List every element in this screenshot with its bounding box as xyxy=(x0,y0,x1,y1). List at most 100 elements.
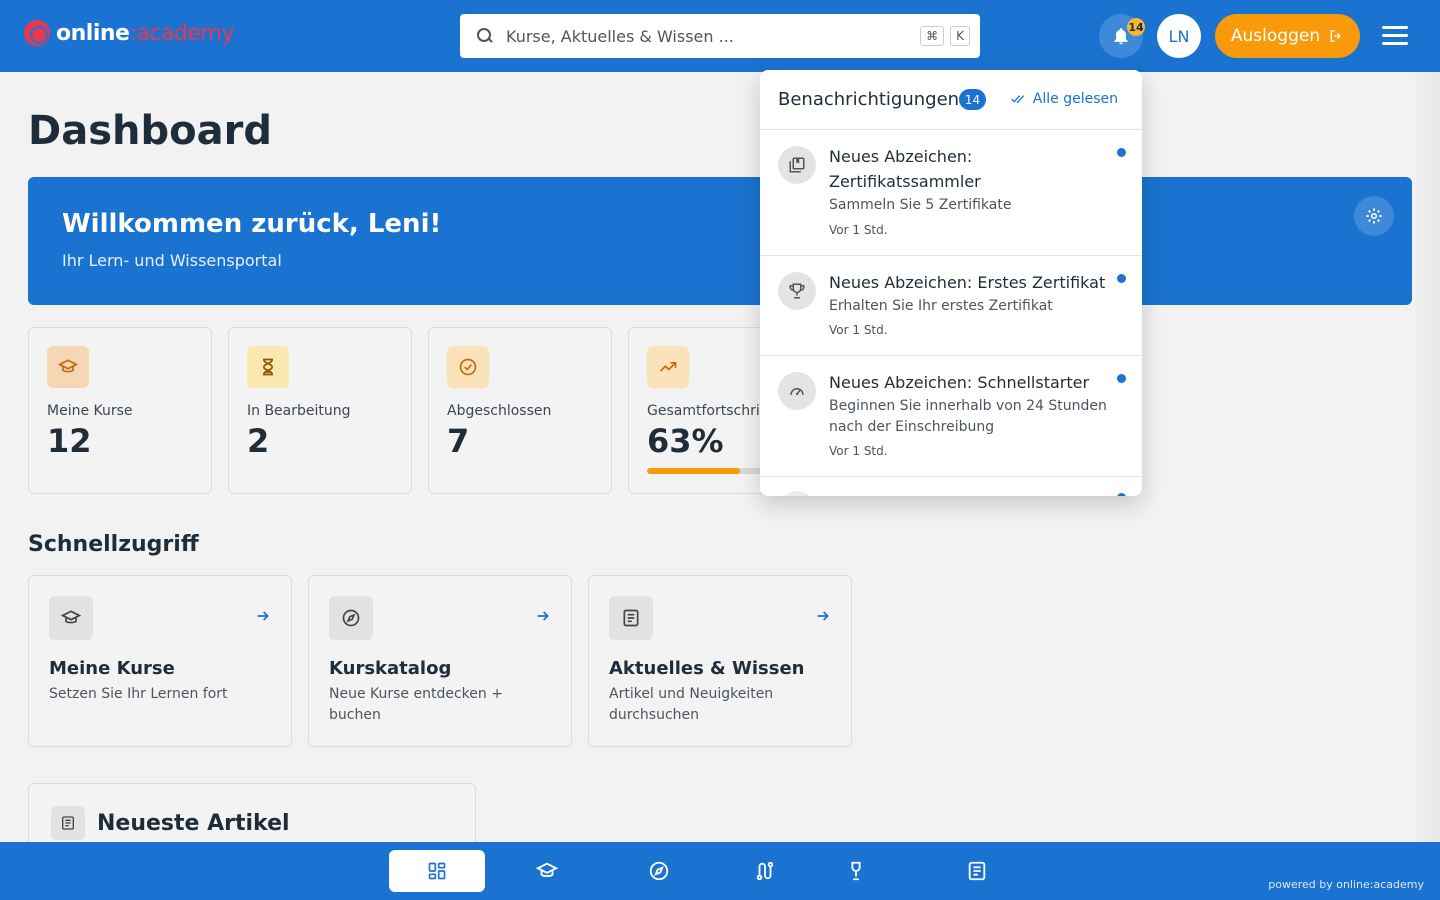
nav-dashboard[interactable] xyxy=(389,850,485,892)
mark-all-read-label: Alle gelesen xyxy=(1032,91,1118,107)
notifications-count-badge: 14 xyxy=(959,89,986,110)
notification-title: Neues Abzeichen: Erstes Zertifikat xyxy=(829,273,1106,292)
search-bar[interactable]: ⌘ K xyxy=(460,14,980,58)
notification-description: Erhalten Sie Ihr erstes Zertifikat xyxy=(829,298,1053,314)
quick-card-title: Aktuelles & Wissen xyxy=(609,658,805,679)
award-icon xyxy=(851,861,861,881)
stat-value: 12 xyxy=(47,422,92,460)
nav-articles[interactable] xyxy=(929,850,1025,892)
notification-description: Sammeln Sie 5 Zertifikate xyxy=(829,197,1012,213)
notifications-button[interactable]: 14 xyxy=(1099,14,1145,58)
quick-card-title: Kurskatalog xyxy=(329,658,452,679)
nav-my-courses[interactable] xyxy=(499,850,595,892)
progress-bar-fill xyxy=(647,468,741,474)
notification-item[interactable]: Neues Abzeichen: Schnellstarter Beginnen… xyxy=(760,356,1142,477)
speedometer-icon xyxy=(778,372,816,410)
notifications-header: Benachrichtigungen 14 Alle gelesen xyxy=(760,70,1142,130)
welcome-banner: Willkommen zurück, Leni! Ihr Lern- und W… xyxy=(28,177,1412,305)
notification-description: Beginnen Sie innerhalb von 24 Stunden na… xyxy=(829,398,1107,435)
notification-title: Neues Abzeichen: Zertifikatssammler xyxy=(829,147,981,191)
stat-card-in-progress[interactable]: In Bearbeitung 2 xyxy=(228,327,412,494)
check-circle-icon xyxy=(447,346,489,388)
stat-value: 2 xyxy=(247,422,270,460)
graduation-cap-icon xyxy=(536,862,558,877)
search-input[interactable] xyxy=(506,26,915,46)
notification-time: Vor 1 Std. xyxy=(829,323,888,337)
quick-card-news-knowledge[interactable]: Aktuelles & Wissen Artikel und Neuigkeit… xyxy=(588,575,852,747)
notification-count-badge: 14 xyxy=(1127,18,1145,36)
article-icon xyxy=(51,806,85,840)
nav-awards[interactable] xyxy=(808,850,904,892)
stat-label: In Bearbeitung xyxy=(247,403,351,419)
notifications-title: Benachrichtigungen xyxy=(778,89,960,110)
arrow-right-icon xyxy=(817,611,829,621)
top-header: online:academy ⌘ K 14 LN Ausloggen xyxy=(0,0,1440,72)
article-icon xyxy=(609,596,653,640)
stat-card-completed[interactable]: Abgeschlossen 7 xyxy=(428,327,612,494)
stat-card-my-courses[interactable]: Meine Kurse 12 xyxy=(28,327,212,494)
page-title: Dashboard xyxy=(28,108,272,154)
logout-icon xyxy=(1330,30,1342,42)
trophy-icon xyxy=(778,272,816,310)
unread-dot xyxy=(1117,493,1126,496)
powered-by-text: powered by online:academy xyxy=(1268,878,1424,891)
bottom-navigation: powered by online:academy xyxy=(0,842,1440,900)
certificates-icon xyxy=(778,146,816,184)
quick-card-title: Meine Kurse xyxy=(49,658,175,679)
stat-value: 63% xyxy=(647,422,724,460)
user-avatar[interactable]: LN xyxy=(1157,14,1201,58)
scroll-shadow xyxy=(1412,72,1440,842)
arrow-right-icon xyxy=(537,611,549,621)
latest-articles-title: Neueste Artikel xyxy=(97,811,290,836)
quick-card-course-catalog[interactable]: Kurskatalog Neue Kurse entdecken + buche… xyxy=(308,575,572,747)
shortcut-key-cmd: ⌘ xyxy=(920,26,945,46)
welcome-title: Willkommen zurück, Leni! xyxy=(62,209,442,239)
welcome-subtitle: Ihr Lern- und Wissensportal xyxy=(62,251,282,270)
unread-dot xyxy=(1117,374,1126,383)
notification-item[interactable]: Neues Abzeichen: Erstes Zertifikat Erhal… xyxy=(760,256,1142,356)
notification-title: Neues Abzeichen: Schnellstarter xyxy=(829,373,1090,392)
compass-icon xyxy=(329,596,373,640)
shortcut-key-k: K xyxy=(950,26,970,46)
graduation-cap-icon xyxy=(49,596,93,640)
nav-learning-paths[interactable] xyxy=(717,850,813,892)
dashboard-icon xyxy=(428,862,446,880)
notification-item[interactable]: Neues Abzeichen: Zertifikatssammler Samm… xyxy=(760,130,1142,256)
gear-icon xyxy=(1366,208,1382,224)
logo-accent-text: :academy xyxy=(129,20,234,46)
stat-label: Gesamtfortschritt xyxy=(647,403,771,419)
nav-catalog[interactable] xyxy=(611,850,707,892)
hourglass-icon xyxy=(247,346,289,388)
learning-path-icon xyxy=(756,861,774,881)
quick-card-subtitle: Artikel und Neuigkeiten durchsuchen xyxy=(609,686,774,723)
quick-card-subtitle: Neue Kurse entdecken + buchen xyxy=(329,686,503,723)
quick-card-my-courses[interactable]: Meine Kurse Setzen Sie Ihr Lernen fort xyxy=(28,575,292,747)
quick-card-subtitle: Setzen Sie Ihr Lernen fort xyxy=(49,686,228,702)
notification-time: Vor 1 Std. xyxy=(829,444,888,458)
search-icon xyxy=(476,27,494,45)
notification-time: Vor 1 Std. xyxy=(829,223,888,237)
quick-access-title: Schnellzugriff xyxy=(28,532,199,557)
logo-main-text: online xyxy=(56,20,130,46)
trending-up-icon xyxy=(647,346,689,388)
notification-icon xyxy=(778,491,816,496)
arrow-right-icon xyxy=(257,611,269,621)
compass-icon xyxy=(649,861,669,881)
notification-item-partial[interactable] xyxy=(760,477,1142,496)
stat-value: 7 xyxy=(447,422,470,460)
graduation-cap-icon xyxy=(47,346,89,388)
notifications-dropdown: Benachrichtigungen 14 Alle gelesen Neues… xyxy=(760,70,1142,496)
logout-button[interactable]: Ausloggen xyxy=(1215,14,1360,58)
stat-label: Abgeschlossen xyxy=(447,403,552,419)
stat-label: Meine Kurse xyxy=(47,403,133,419)
logout-label: Ausloggen xyxy=(1230,26,1321,46)
logo[interactable]: online:academy xyxy=(24,20,234,46)
settings-button[interactable] xyxy=(1354,196,1394,236)
hamburger-menu-icon[interactable] xyxy=(1382,26,1408,46)
logo-mark-icon xyxy=(24,20,50,46)
unread-dot xyxy=(1117,274,1126,283)
unread-dot xyxy=(1117,148,1126,157)
mark-all-read-button[interactable]: Alle gelesen xyxy=(1010,91,1118,107)
double-check-icon xyxy=(1010,95,1024,104)
article-icon xyxy=(968,861,986,881)
